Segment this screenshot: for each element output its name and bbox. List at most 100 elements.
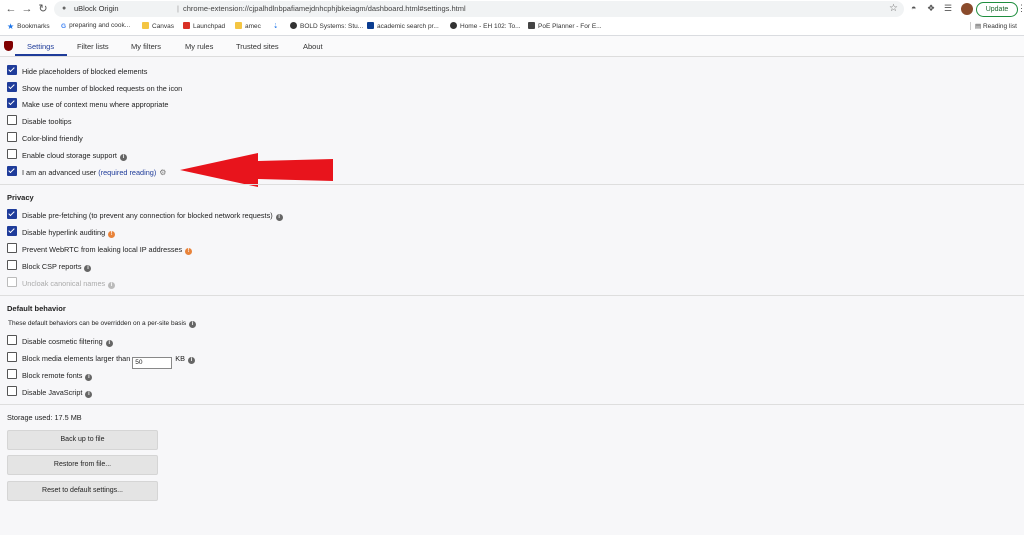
checkbox[interactable] (7, 65, 17, 75)
checkbox[interactable] (7, 335, 17, 345)
info-icon[interactable]: i (84, 265, 92, 272)
checkbox[interactable] (7, 166, 17, 176)
option-webrtc[interactable]: Prevent WebRTC from leaking local IP add… (7, 243, 193, 255)
bookmark-label: amec (245, 23, 261, 30)
checkbox[interactable] (7, 243, 17, 253)
profile-avatar[interactable] (961, 3, 973, 15)
info-icon[interactable]: i (119, 154, 127, 161)
checkbox[interactable] (7, 82, 17, 92)
gears-icon[interactable]: ⚙ (159, 168, 166, 177)
extensions-puzzle-icon[interactable]: ❖ (927, 3, 935, 14)
reading-list[interactable]: ▤ Reading list (970, 22, 1017, 30)
option-media-elements[interactable]: Block media elements larger than 50 KB i (7, 352, 196, 369)
google-icon: G (61, 23, 67, 30)
privacy-heading: Privacy (7, 193, 34, 202)
globe-icon (290, 22, 297, 29)
address-bar[interactable]: ● uBlock Origin | chrome-extension://cjp… (54, 1, 904, 17)
checkbox[interactable] (7, 369, 17, 379)
tab-settings[interactable]: Settings (27, 42, 54, 51)
option-hide-placeholders[interactable]: Hide placeholders of blocked elements (7, 65, 147, 77)
bookmark-item[interactable]: Canvas (142, 22, 174, 30)
info-icon[interactable]: i (85, 391, 93, 398)
info-icon[interactable]: i (275, 214, 283, 221)
bookmark-item[interactable]: academic search pr... (367, 22, 439, 30)
checkbox[interactable] (7, 260, 17, 270)
tab-my-filters[interactable]: My filters (131, 42, 161, 51)
bookmark-item[interactable]: Launchpad (183, 22, 225, 30)
option-block-csp[interactable]: Block CSP reports i (7, 260, 92, 272)
tab-filter-lists[interactable]: Filter lists (77, 42, 109, 51)
checkbox[interactable] (7, 149, 17, 159)
required-reading-link[interactable]: (required reading) (98, 168, 156, 177)
restore-button[interactable]: Restore from file... (7, 455, 158, 475)
tab-trusted-sites[interactable]: Trusted sites (236, 42, 279, 51)
forward-icon[interactable]: → (20, 2, 34, 16)
backup-button[interactable]: Back up to file (7, 430, 158, 450)
reset-button[interactable]: Reset to default settings... (7, 481, 158, 501)
info-icon: i (108, 282, 116, 289)
back-icon[interactable]: ← (4, 2, 18, 16)
menu-kebab-icon[interactable]: ⋮ (1017, 3, 1024, 14)
option-label: Block CSP reports (22, 262, 82, 271)
checkbox[interactable] (7, 386, 17, 396)
cast-icon[interactable]: ◓ (911, 3, 916, 13)
option-remote-fonts[interactable]: Block remote fonts i (7, 369, 93, 381)
bookmark-label: BOLD Systems: Stu... (300, 23, 364, 30)
tab-my-rules[interactable]: My rules (185, 42, 213, 51)
bookmark-item[interactable]: Gpreparing and cook... (61, 22, 130, 30)
tab-about[interactable]: About (303, 42, 323, 51)
option-disable-javascript[interactable]: Disable JavaScript i (7, 386, 93, 398)
bookmark-item[interactable]: amec (235, 22, 261, 30)
option-cosmetic-filtering[interactable]: Disable cosmetic filtering i (7, 335, 113, 347)
section-divider (0, 404, 1024, 405)
option-label: Disable pre-fetching (to prevent any con… (22, 211, 273, 220)
red-arrow-annotation (180, 153, 333, 187)
media-size-input[interactable]: 50 (132, 357, 173, 369)
info-icon[interactable]: ! (108, 231, 116, 238)
bookmark-label: preparing and cook... (69, 22, 131, 29)
section-divider (0, 295, 1024, 296)
bookmark-label: Launchpad (193, 23, 226, 30)
folder-icon (142, 22, 149, 29)
option-label: Disable JavaScript (22, 388, 83, 397)
checkbox[interactable] (7, 115, 17, 125)
download-icon: ⇣ (273, 23, 279, 30)
option-label: Make use of context menu where appropria… (22, 100, 169, 109)
option-disable-tooltips[interactable]: Disable tooltips (7, 115, 71, 127)
default-behavior-heading: Default behavior (7, 304, 66, 313)
reading-list-icon: ▤ (975, 23, 983, 30)
checkbox[interactable] (7, 132, 17, 142)
default-behavior-note: These default behaviors can be overridde… (8, 320, 197, 328)
checkbox[interactable] (7, 98, 17, 108)
checkbox (7, 277, 17, 287)
info-icon[interactable]: i (189, 321, 197, 328)
reload-icon[interactable]: ↻ (36, 2, 50, 16)
reading-list-label: Reading list (982, 23, 1017, 30)
bookmark-item[interactable]: Home - EH 102: To... (450, 22, 521, 30)
bookmark-item[interactable]: ★ Bookmarks (7, 22, 50, 31)
option-cloud-storage[interactable]: Enable cloud storage support i (7, 149, 127, 161)
bookmark-item[interactable]: ⇣ (273, 22, 281, 30)
info-icon[interactable]: i (105, 340, 113, 347)
unit-label: KB (175, 354, 186, 363)
checkbox[interactable] (7, 352, 17, 362)
option-label: Block media elements larger than (22, 354, 131, 363)
info-icon[interactable]: ! (185, 248, 193, 255)
option-disable-prefetching[interactable]: Disable pre-fetching (to prevent any con… (7, 209, 283, 221)
option-advanced-user[interactable]: I am an advanced user (required reading)… (7, 166, 166, 178)
bookmark-label: academic search pr... (377, 23, 439, 30)
bookmark-item[interactable]: PoE Planner - For E... (528, 22, 602, 30)
bookmark-star-icon[interactable]: ☆ (889, 1, 898, 17)
option-context-menu[interactable]: Make use of context menu where appropria… (7, 98, 168, 110)
info-icon[interactable]: i (85, 374, 93, 381)
update-button[interactable]: Update (976, 2, 1018, 17)
option-show-blocked-count[interactable]: Show the number of blocked requests on t… (7, 82, 182, 94)
info-icon[interactable]: i (188, 357, 196, 364)
option-color-blind[interactable]: Color-blind friendly (7, 132, 83, 144)
option-hyperlink-auditing[interactable]: Disable hyperlink auditing! (7, 226, 116, 238)
checkbox[interactable] (7, 226, 17, 236)
checkbox[interactable] (7, 209, 17, 219)
ublock-shield-icon (4, 41, 13, 51)
media-icon[interactable]: ☰ (944, 3, 952, 14)
bookmark-item[interactable]: BOLD Systems: Stu... (290, 22, 363, 30)
